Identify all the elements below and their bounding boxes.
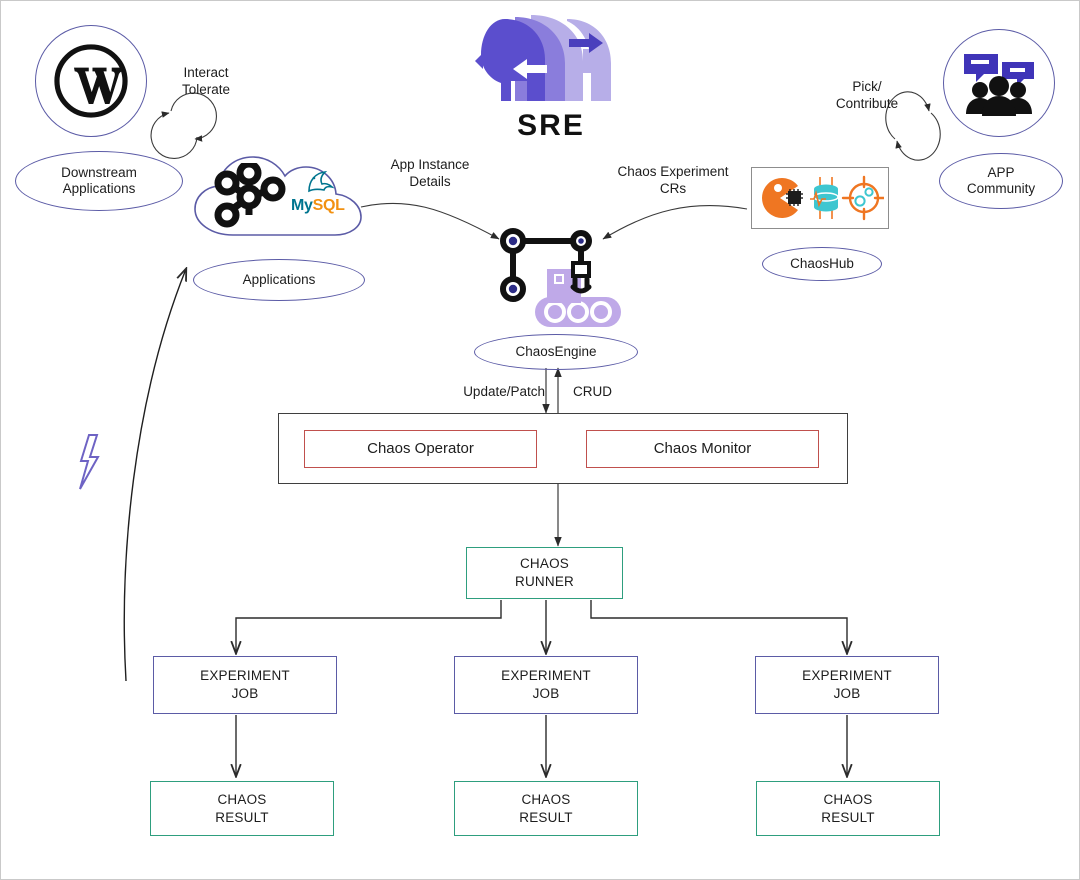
edge-app-instance-details bbox=[360, 202, 500, 240]
chaoshub-box bbox=[751, 167, 889, 229]
applications-label: Applications bbox=[242, 271, 316, 287]
crud-label: CRUD bbox=[573, 384, 612, 399]
mysql-dolphin-icon bbox=[308, 170, 335, 193]
mysql-wordmark: MySQL bbox=[291, 197, 345, 215]
chaos-result-label: CHAOS RESULT bbox=[519, 791, 573, 825]
experiment-job-box-3[interactable]: EXPERIMENT JOB bbox=[755, 656, 939, 714]
downstream-applications-label: Downstream Applications bbox=[61, 164, 137, 196]
chaos-runner-box[interactable]: CHAOS RUNNER bbox=[466, 547, 623, 599]
app-community-logo-circle bbox=[943, 29, 1055, 137]
chaos-result-box-3[interactable]: CHAOS RESULT bbox=[756, 781, 940, 836]
app-community-label: APP Community bbox=[966, 164, 1036, 196]
database-pulse-icon bbox=[810, 177, 839, 219]
update-patch-label: Update/Patch bbox=[463, 384, 545, 399]
cpu-hog-pacman-icon bbox=[762, 178, 803, 218]
experiment-job-label: EXPERIMENT JOB bbox=[501, 668, 591, 701]
chaos-monitor-label: Chaos Monitor bbox=[653, 440, 752, 458]
sre-label: SRE bbox=[517, 109, 585, 142]
chaos-operator-label: Chaos Operator bbox=[367, 440, 474, 458]
mysql-sql-text: SQL bbox=[312, 197, 345, 214]
kafka-nodes-graph-icon bbox=[214, 163, 286, 228]
downstream-app-logo-circle bbox=[35, 25, 147, 137]
chaos-result-box-1[interactable]: CHAOS RESULT bbox=[150, 781, 334, 836]
downstream-applications-oval: Downstream Applications bbox=[15, 151, 183, 211]
lightning-bolt-wrap bbox=[75, 433, 103, 491]
target-crosshair-pods-icon bbox=[841, 175, 884, 221]
chaos-result-box-2[interactable]: CHAOS RESULT bbox=[454, 781, 638, 836]
chaos-engine-oval: ChaosEngine bbox=[474, 334, 638, 370]
app-instance-details-label: App Instance Details bbox=[390, 157, 470, 189]
chaos-engine-label: ChaosEngine bbox=[515, 343, 597, 359]
experiment-job-label: EXPERIMENT JOB bbox=[200, 668, 290, 701]
chaos-result-label: CHAOS RESULT bbox=[821, 791, 875, 825]
chaos-experiment-crs-label: Chaos Experiment CRs bbox=[617, 164, 729, 196]
community-people-speech-bubbles-icon bbox=[964, 54, 1034, 116]
lightning-bolt-icon bbox=[79, 434, 100, 490]
chaoshub-icons-group bbox=[762, 175, 884, 221]
chaos-operator-box[interactable]: Chaos Operator bbox=[304, 430, 537, 468]
chaos-monitor-box[interactable]: Chaos Monitor bbox=[586, 430, 819, 468]
edge-feedback-to-applications bbox=[123, 269, 186, 682]
app-community-oval: APP Community bbox=[939, 153, 1063, 209]
diagram-canvas: SRE Downstream Applications Interact Tol… bbox=[0, 0, 1080, 880]
chaoshub-label: ChaosHub bbox=[790, 255, 854, 271]
sre-header: SRE bbox=[471, 9, 631, 142]
pick-contribute-label: Pick/ Contribute bbox=[835, 79, 899, 111]
edge-job-to-result bbox=[236, 715, 847, 776]
mysql-my-text: My bbox=[291, 197, 313, 214]
experiment-job-label: EXPERIMENT JOB bbox=[802, 668, 892, 701]
robotic-arm-conveyor-icon bbox=[500, 228, 621, 327]
interact-tolerate-label: Interact Tolerate bbox=[181, 65, 231, 97]
experiment-job-box-1[interactable]: EXPERIMENT JOB bbox=[153, 656, 337, 714]
chaos-result-label: CHAOS RESULT bbox=[215, 791, 269, 825]
chaos-engine-icon-wrap bbox=[489, 223, 625, 333]
chaoshub-oval: ChaosHub bbox=[762, 247, 882, 281]
applications-oval: Applications bbox=[193, 259, 365, 301]
edge-runner-fanout bbox=[236, 600, 847, 653]
wordpress-logo-icon bbox=[54, 44, 128, 118]
applications-cloud: MySQL bbox=[187, 147, 367, 241]
experiment-job-box-2[interactable]: EXPERIMENT JOB bbox=[454, 656, 638, 714]
two-heads-exchange-arrows-icon bbox=[475, 15, 611, 101]
chaos-runner-label: CHAOS RUNNER bbox=[515, 556, 574, 589]
